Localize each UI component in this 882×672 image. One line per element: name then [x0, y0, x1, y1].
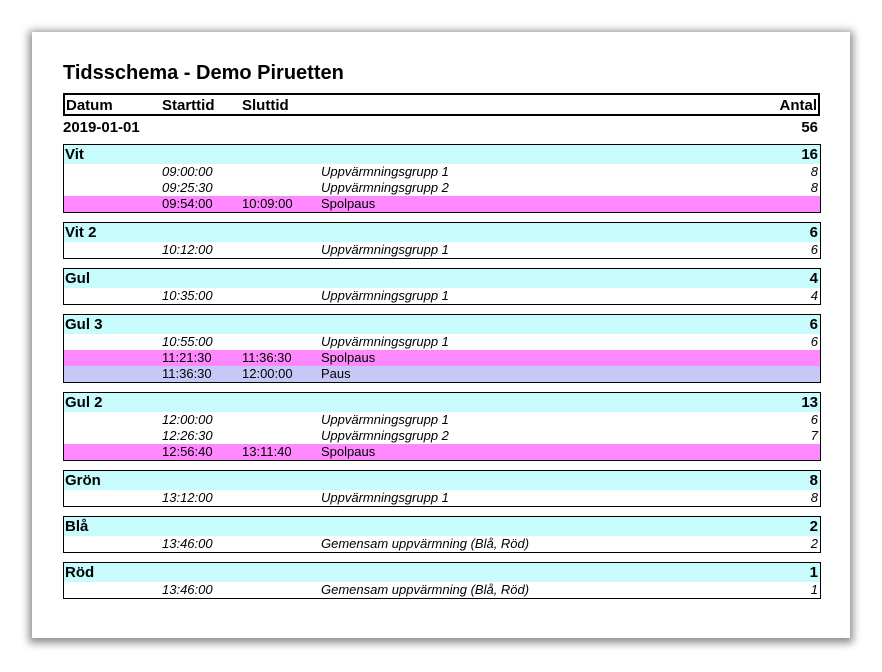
- group-name: Grön: [65, 472, 101, 489]
- group-block: Vit 16 09:00:00 Uppvärmningsgrupp 1 8 09:25:3…: [63, 144, 821, 213]
- row-description: Uppvärmningsgrupp 2: [321, 180, 449, 195]
- group-header: Gul 2 13: [64, 393, 820, 412]
- row-count: 6: [810, 334, 818, 349]
- group-name: Gul: [65, 270, 90, 287]
- column-header-row: Datum Starttid Sluttid Antal: [63, 93, 820, 116]
- schedule-row: 12:00:00 Uppvärmningsgrupp 1 6: [64, 412, 820, 428]
- row-description: Uppvärmningsgrupp 1: [321, 490, 449, 505]
- row-description: Uppvärmningsgrupp 1: [321, 288, 449, 303]
- group-count: 6: [809, 316, 818, 333]
- group-count: 4: [809, 270, 818, 287]
- date-row: 2019-01-01 56: [63, 119, 820, 139]
- group-count: 8: [809, 472, 818, 489]
- row-count: 6: [810, 242, 818, 257]
- schedule-row: 10:35:00 Uppvärmningsgrupp 1 4: [64, 288, 820, 304]
- start-time: 13:46:00: [162, 536, 213, 551]
- row-description: Gemensam uppvärmning (Blå, Röd): [321, 536, 530, 551]
- group-name: Vit: [65, 146, 84, 163]
- column-header-datum: Datum: [66, 97, 113, 114]
- group-name: Blå: [65, 518, 89, 535]
- group-count: 6: [809, 224, 818, 241]
- row-description: Gemensam uppvärmning (Blå, Röd): [321, 582, 530, 597]
- column-header-sluttid: Sluttid: [242, 97, 289, 114]
- schedule-row: 13:12:00 Uppvärmningsgrupp 1 8: [64, 490, 820, 506]
- page-title: Tidsschema - Demo Piruetten: [63, 62, 344, 84]
- row-count: 6: [810, 412, 818, 427]
- group-name: Gul 3: [65, 316, 103, 333]
- schedule-row: 09:00:00 Uppvärmningsgrupp 1 8: [64, 164, 820, 180]
- schedule-row: 13:46:00 Gemensam uppvärmning (Blå, Röd) 2: [64, 536, 820, 552]
- start-time: 10:55:00: [162, 334, 213, 349]
- group-block: Grön 8 13:12:00 Uppvärmningsgrupp 1 8: [63, 470, 821, 507]
- row-description: Uppvärmningsgrupp 1: [321, 412, 449, 427]
- date-total: 56: [801, 119, 818, 136]
- spolpaus-row: 09:54:00 10:09:00 Spolpaus: [64, 196, 820, 212]
- group-header: Röd 1: [64, 563, 820, 582]
- row-count: 8: [810, 180, 818, 195]
- end-time: 12:00:00: [242, 366, 293, 381]
- row-description: Uppvärmningsgrupp 2: [321, 428, 449, 443]
- end-time: 10:09:00: [242, 196, 293, 211]
- start-time: 11:21:30: [162, 350, 212, 365]
- row-description: Paus: [321, 366, 351, 381]
- schedule-row: 12:26:30 Uppvärmningsgrupp 2 7: [64, 428, 820, 444]
- row-description: Spolpaus: [321, 196, 376, 211]
- start-time: 12:26:30: [162, 428, 213, 443]
- row-count: 8: [810, 164, 818, 179]
- end-time: 13:11:40: [242, 444, 292, 459]
- row-count: 1: [810, 582, 818, 597]
- group-name: Gul 2: [65, 394, 103, 411]
- row-count: 4: [810, 288, 818, 303]
- spolpaus-row: 12:56:40 13:11:40 Spolpaus: [64, 444, 820, 460]
- start-time: 10:35:00: [162, 288, 213, 303]
- start-time: 09:25:30: [162, 180, 213, 195]
- group-block: Gul 3 6 10:55:00 Uppvärmningsgrupp 1 6 11:21:…: [63, 314, 821, 383]
- column-header-antal: Antal: [779, 97, 818, 114]
- row-description: Uppvärmningsgrupp 1: [321, 164, 449, 179]
- group-block: Röd 1 13:46:00 Gemensam uppvärmning (Blå, R…: [63, 562, 821, 599]
- group-header: Blå 2: [64, 517, 820, 536]
- group-count: 13: [801, 394, 818, 411]
- spolpaus-row: 11:21:30 11:36:30 Spolpaus: [64, 350, 820, 366]
- group-count: 1: [809, 564, 818, 581]
- group-header: Gul 3 6: [64, 315, 820, 334]
- start-time: 09:54:00: [162, 196, 213, 211]
- group-block: Blå 2 13:46:00 Gemensam uppvärmning (Blå, R…: [63, 516, 821, 553]
- row-description: Spolpaus: [321, 350, 376, 365]
- paus-row: 11:36:30 12:00:00 Paus: [64, 366, 820, 382]
- start-time: 09:00:00: [162, 164, 213, 179]
- group-block: Vit 2 6 10:12:00 Uppvärmningsgrupp 1 6: [63, 222, 821, 259]
- group-header: Grön 8: [64, 471, 820, 490]
- row-count: 8: [810, 490, 818, 505]
- schedule-row: 10:55:00 Uppvärmningsgrupp 1 6: [64, 334, 820, 350]
- schedule-row: 10:12:00 Uppvärmningsgrupp 1 6: [64, 242, 820, 258]
- group-name: Vit 2: [65, 224, 97, 241]
- group-name: Röd: [65, 564, 95, 581]
- start-time: 12:00:00: [162, 412, 213, 427]
- group-block: Gul 4 10:35:00 Uppvärmningsgrupp 1 4: [63, 268, 821, 305]
- group-header: Vit 2 6: [64, 223, 820, 242]
- start-time: 13:12:00: [162, 490, 213, 505]
- group-header: Gul 4: [64, 269, 820, 288]
- column-header-starttid: Starttid: [162, 97, 215, 114]
- group-header: Vit 16: [64, 145, 820, 164]
- end-time: 11:36:30: [242, 350, 292, 365]
- row-count: 7: [810, 428, 818, 443]
- row-description: Uppvärmningsgrupp 1: [321, 242, 449, 257]
- start-time: 12:56:40: [162, 444, 213, 459]
- row-description: Spolpaus: [321, 444, 376, 459]
- schedule-row: 13:46:00 Gemensam uppvärmning (Blå, Röd) 1: [64, 582, 820, 598]
- group-block: Gul 2 13 12:00:00 Uppvärmningsgrupp 1 6 12:26…: [63, 392, 821, 461]
- start-time: 13:46:00: [162, 582, 213, 597]
- date-value: 2019-01-01: [63, 119, 140, 136]
- group-count: 2: [809, 518, 818, 535]
- start-time: 11:36:30: [162, 366, 212, 381]
- schedule-row: 09:25:30 Uppvärmningsgrupp 2 8: [64, 180, 820, 196]
- row-description: Uppvärmningsgrupp 1: [321, 334, 449, 349]
- row-count: 2: [810, 536, 818, 551]
- group-count: 16: [801, 146, 818, 163]
- start-time: 10:12:00: [162, 242, 213, 257]
